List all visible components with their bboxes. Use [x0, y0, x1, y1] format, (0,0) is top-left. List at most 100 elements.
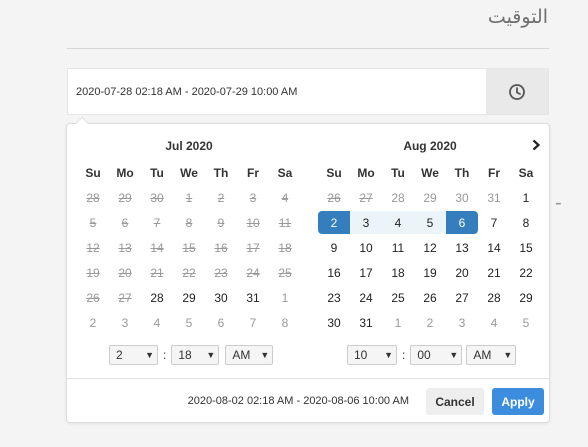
- calendar-day[interactable]: 30: [205, 286, 237, 309]
- calendar-day[interactable]: 4: [478, 311, 510, 334]
- calendar-day[interactable]: 2: [414, 311, 446, 334]
- background-glyph: ‑: [555, 192, 562, 214]
- calendar-day[interactable]: 30: [318, 311, 350, 334]
- calendar-day[interactable]: 21: [478, 261, 510, 284]
- next-month-button[interactable]: [526, 132, 546, 160]
- calendar-day[interactable]: 31: [478, 186, 510, 209]
- calendar-day: 19: [86, 265, 100, 280]
- calendar-day[interactable]: 28: [478, 286, 510, 309]
- page-title: التوقيت: [487, 7, 548, 28]
- calendar-day[interactable]: 13: [446, 236, 478, 259]
- calendar-day[interactable]: 20: [446, 261, 478, 284]
- calendar-right: Aug 2020 Su Mo Tu We Th Fr Sa 26 27 28 29 30 31 1 2 3 4…: [318, 132, 542, 336]
- date-range-field[interactable]: [67, 68, 549, 115]
- calendar-day[interactable]: 6: [446, 211, 478, 234]
- calendar-day[interactable]: 31: [350, 311, 382, 334]
- calendar-grid-left: Su Mo Tu We Th Fr Sa 28 29 30 1 2 3 4 5 6 7 8 9 10 11 12 13 14…: [77, 160, 301, 336]
- calendar-day[interactable]: 31: [237, 286, 269, 309]
- weekday-header: Tu: [391, 166, 405, 180]
- weekday-header: Fr: [488, 166, 500, 180]
- calendar-day[interactable]: 7: [237, 311, 269, 334]
- calendar-day: 26: [327, 190, 341, 205]
- calendar-day[interactable]: 5: [173, 311, 205, 334]
- clock-icon: [509, 83, 525, 100]
- calendar-day[interactable]: 19: [414, 261, 446, 284]
- calendar-day[interactable]: 9: [318, 236, 350, 259]
- minute-select[interactable]: 00 ▼: [410, 345, 463, 365]
- calendar-week-row: 2345678: [77, 311, 301, 334]
- chevron-down-icon: ▼: [503, 350, 513, 360]
- calendar-day[interactable]: 28: [141, 286, 173, 309]
- month-header-right: Aug 2020: [318, 132, 542, 160]
- selected-range-text: 2020-08-02 02:18 AM - 2020-08-06 10:00 A…: [187, 395, 409, 407]
- calendar-day[interactable]: 5: [414, 211, 446, 234]
- calendar-day[interactable]: 15: [510, 236, 542, 259]
- calendar-week-row: 12 13 14 15 16 17 18: [77, 236, 301, 259]
- cancel-button[interactable]: Cancel: [426, 388, 484, 415]
- hour-select[interactable]: 2 ▼: [109, 345, 158, 365]
- ampm-select[interactable]: AM ▼: [225, 345, 274, 365]
- picker-footer: 2020-08-02 02:18 AM - 2020-08-06 10:00 A…: [67, 378, 549, 422]
- calendar-day[interactable]: 8: [510, 211, 542, 234]
- weekday-header: Sa: [518, 166, 534, 180]
- clock-button[interactable]: [486, 69, 548, 114]
- calendar-day[interactable]: 10: [350, 236, 382, 259]
- calendar-day[interactable]: 29: [510, 286, 542, 309]
- calendar-day[interactable]: 4: [382, 211, 414, 234]
- date-range-input[interactable]: [68, 69, 488, 114]
- calendar-day: 9: [217, 215, 225, 230]
- calendar-day[interactable]: 1: [510, 186, 542, 209]
- calendar-day[interactable]: 22: [510, 261, 542, 284]
- calendar-day[interactable]: 5: [510, 311, 542, 334]
- calendar-day: 7: [153, 215, 161, 230]
- calendar-day[interactable]: 8: [269, 311, 301, 334]
- calendar-day[interactable]: 3: [350, 211, 382, 234]
- calendar-week-row: 9 10 11 12 13 14 15: [318, 236, 542, 259]
- calendar-day[interactable]: 18: [382, 261, 414, 284]
- calendar-day[interactable]: 26: [414, 286, 446, 309]
- calendar-day[interactable]: 6: [205, 311, 237, 334]
- calendar-day[interactable]: 27: [446, 286, 478, 309]
- calendar-day[interactable]: 4: [141, 311, 173, 334]
- calendar-week-row: 19 20 21 22 23 24 25: [77, 261, 301, 284]
- calendar-day: 27: [359, 190, 373, 205]
- calendar-day[interactable]: 12: [414, 236, 446, 259]
- calendar-day[interactable]: 2: [318, 211, 350, 234]
- ampm-value: AM: [232, 348, 251, 362]
- calendar-day[interactable]: 24: [350, 286, 382, 309]
- apply-button[interactable]: Apply: [492, 388, 544, 415]
- calendar-day[interactable]: 17: [350, 261, 382, 284]
- calendar-day[interactable]: 14: [478, 236, 510, 259]
- calendar-left: Jul 2020 Su Mo Tu We Th Fr Sa 28 29 30 1 2 3 4 5 6 7 8 9 1…: [77, 132, 301, 336]
- hour-value: 10: [354, 348, 368, 362]
- calendar-day[interactable]: 3: [446, 311, 478, 334]
- calendar-day[interactable]: 28: [382, 186, 414, 209]
- minute-select[interactable]: 18 ▼: [171, 345, 220, 365]
- weekday-header: Mo: [357, 166, 375, 180]
- calendar-day[interactable]: 23: [318, 286, 350, 309]
- calendar-day[interactable]: 11: [382, 236, 414, 259]
- month-label: Jul 2020: [165, 139, 213, 153]
- calendar-day[interactable]: 1: [382, 311, 414, 334]
- calendar-day: 4: [281, 190, 289, 205]
- title-divider: [67, 48, 549, 49]
- calendar-day[interactable]: 2: [77, 311, 109, 334]
- hour-select[interactable]: 10 ▼: [347, 345, 397, 365]
- calendar-week-row: 26 27 28 29 30 31 1: [77, 286, 301, 309]
- calendar-day[interactable]: 3: [109, 311, 141, 334]
- calendar-day[interactable]: 16: [318, 261, 350, 284]
- calendar-day[interactable]: 29: [173, 286, 205, 309]
- calendar-day[interactable]: 30: [446, 186, 478, 209]
- calendar-day: 25: [278, 265, 292, 280]
- calendar-day: 1: [185, 190, 193, 205]
- calendar-day[interactable]: 29: [414, 186, 446, 209]
- calendar-day: 23: [214, 265, 228, 280]
- calendar-day[interactable]: 7: [478, 211, 510, 234]
- calendar-day[interactable]: 25: [382, 286, 414, 309]
- calendar-day[interactable]: 1: [269, 286, 301, 309]
- chevron-right-icon: [532, 139, 541, 151]
- ampm-select[interactable]: AM ▼: [466, 345, 517, 365]
- calendar-week-row: 16 17 18 19 20 21 22: [318, 261, 542, 284]
- time-separator: :: [163, 348, 167, 362]
- time-separator: :: [402, 348, 406, 362]
